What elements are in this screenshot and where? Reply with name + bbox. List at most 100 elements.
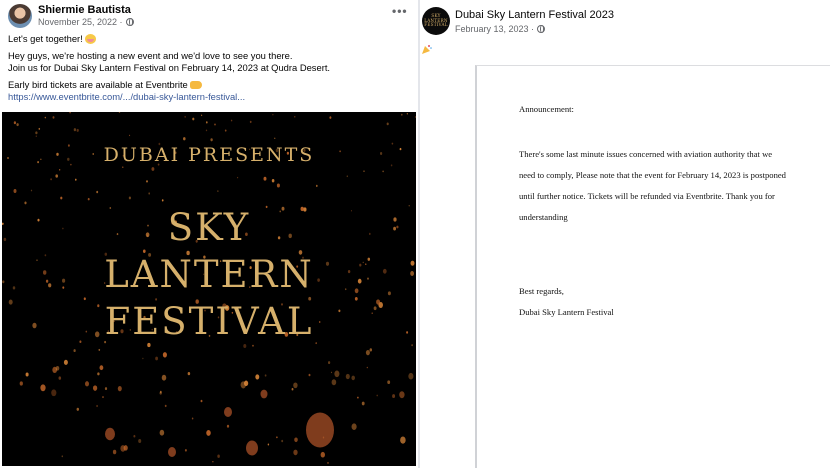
lantern-dot [133, 434, 136, 438]
post-line-4: Early bird tickets are available at Even… [8, 79, 408, 91]
lantern-dot [308, 373, 311, 377]
globe-icon [537, 25, 546, 33]
lantern-dot [272, 114, 274, 116]
lantern-dot [161, 199, 164, 202]
lantern-dot [120, 445, 126, 452]
lantern-dot [104, 387, 108, 391]
announcement-body: There's some last minute issues concerne… [519, 149, 786, 222]
lantern-dot [363, 170, 365, 172]
lantern-dot [148, 192, 151, 195]
lantern-dot [69, 112, 71, 114]
lantern-dot [263, 176, 267, 181]
lantern-dot [55, 365, 60, 371]
page-name[interactable]: Dubai Sky Lantern Festival 2023 [455, 9, 614, 21]
lantern-dot [315, 184, 318, 188]
lantern-dot [63, 359, 68, 365]
lantern-dot [161, 374, 167, 381]
lantern-dot [76, 128, 79, 132]
lantern-dot [376, 394, 378, 397]
lantern-dot [294, 437, 298, 443]
lantern-dot [73, 349, 76, 353]
lantern-glow [306, 412, 334, 448]
lantern-dot [61, 455, 64, 458]
lantern-dot [365, 349, 370, 356]
lantern-dot [408, 372, 414, 380]
eventbrite-link[interactable]: https://www.eventbrite.com/.../dubai-sky… [8, 91, 245, 102]
party-popper-icon [422, 45, 432, 54]
lantern-dot [40, 384, 46, 392]
post-line-1: Let's get together! [8, 33, 408, 45]
lantern-dot [382, 170, 384, 173]
author-name[interactable]: Shiermie Bautista [38, 4, 131, 16]
announcement-regards: Best regards, [519, 286, 564, 296]
lantern-dot [51, 389, 57, 397]
lantern-dot [399, 391, 405, 399]
lantern-dot [224, 129, 227, 132]
lantern-dot [201, 114, 203, 117]
lantern-dot [129, 134, 131, 137]
post-date-text[interactable]: February 13, 2023 · [455, 24, 534, 34]
post-line-4-text: Early bird tickets are available at Even… [8, 79, 188, 90]
lantern-dot [212, 460, 214, 463]
page-avatar[interactable]: SKY LANTERN FESTIVAL [422, 7, 450, 35]
lantern-dot [187, 371, 191, 376]
lantern-dot [264, 374, 267, 377]
lantern-dot [55, 174, 58, 178]
lantern-dot [276, 436, 278, 439]
lantern-dot [184, 116, 186, 118]
post-body: Let's get together! Hey guys, we're host… [8, 33, 408, 108]
lantern-dot [52, 116, 55, 119]
lantern-dot [281, 439, 284, 443]
post-line-3: Join us for Dubai Sky Lantern Festival o… [8, 62, 408, 74]
lantern-dot [369, 348, 373, 352]
lantern-dot [387, 380, 391, 385]
post-date-text[interactable]: November 25, 2022 · [38, 17, 123, 27]
lantern-dot [92, 385, 98, 391]
lantern-dot [331, 379, 337, 386]
lantern-glow [168, 447, 176, 457]
lantern-dot [13, 121, 17, 125]
lantern-dot [205, 129, 208, 132]
lantern-dot [151, 167, 155, 171]
lantern-dot [276, 183, 280, 188]
lantern-dot [192, 117, 195, 121]
lantern-dot [401, 113, 403, 116]
lantern-dot [271, 179, 275, 183]
lantern-dot [320, 451, 325, 458]
author-avatar[interactable] [8, 4, 32, 28]
lantern-dot [38, 127, 41, 130]
lantern-dot [73, 128, 77, 132]
lantern-dot [96, 190, 99, 194]
event-poster-image[interactable]: DUBAI PRESENTS SKY LANTERN FESTIVAL [2, 112, 416, 466]
poster-title-line-2: LANTERN [104, 253, 314, 296]
lantern-dot [237, 176, 239, 179]
lantern-dot [183, 137, 186, 141]
post-left: Shiermie Bautista November 25, 2022 · ••… [0, 0, 418, 468]
post-line-1-text: Let's get together! [8, 33, 83, 44]
lantern-dot [293, 382, 298, 389]
post-right: SKY LANTERN FESTIVAL Dubai Sky Lantern F… [420, 0, 830, 468]
lantern-dot [118, 112, 121, 113]
lantern-dot [351, 423, 357, 431]
lantern-dot [205, 121, 208, 124]
lantern-dot [96, 404, 99, 408]
lantern-dot [13, 189, 17, 193]
lantern-dot [44, 116, 46, 119]
lantern-dot [35, 135, 37, 138]
lantern-dot [97, 372, 100, 376]
lantern-dot [117, 385, 122, 392]
globe-icon [125, 18, 134, 26]
post-date: November 25, 2022 · [38, 17, 134, 27]
lantern-dot [294, 115, 296, 118]
post-line-2: Hey guys, we're hosting a new event and … [8, 50, 408, 62]
lantern-dot [76, 407, 80, 411]
post-link-line: https://www.eventbrite.com/.../dubai-sky… [8, 91, 408, 103]
announcement-image[interactable]: Announcement: There's some last minute i… [475, 65, 830, 468]
more-options-icon[interactable]: ••• [392, 4, 408, 18]
lantern-dot [267, 443, 270, 446]
lantern-dot [392, 394, 396, 399]
lantern-dot [50, 178, 52, 181]
lantern-dot [214, 123, 216, 126]
lantern-dot [142, 357, 144, 360]
post-date: February 13, 2023 · [455, 24, 546, 34]
